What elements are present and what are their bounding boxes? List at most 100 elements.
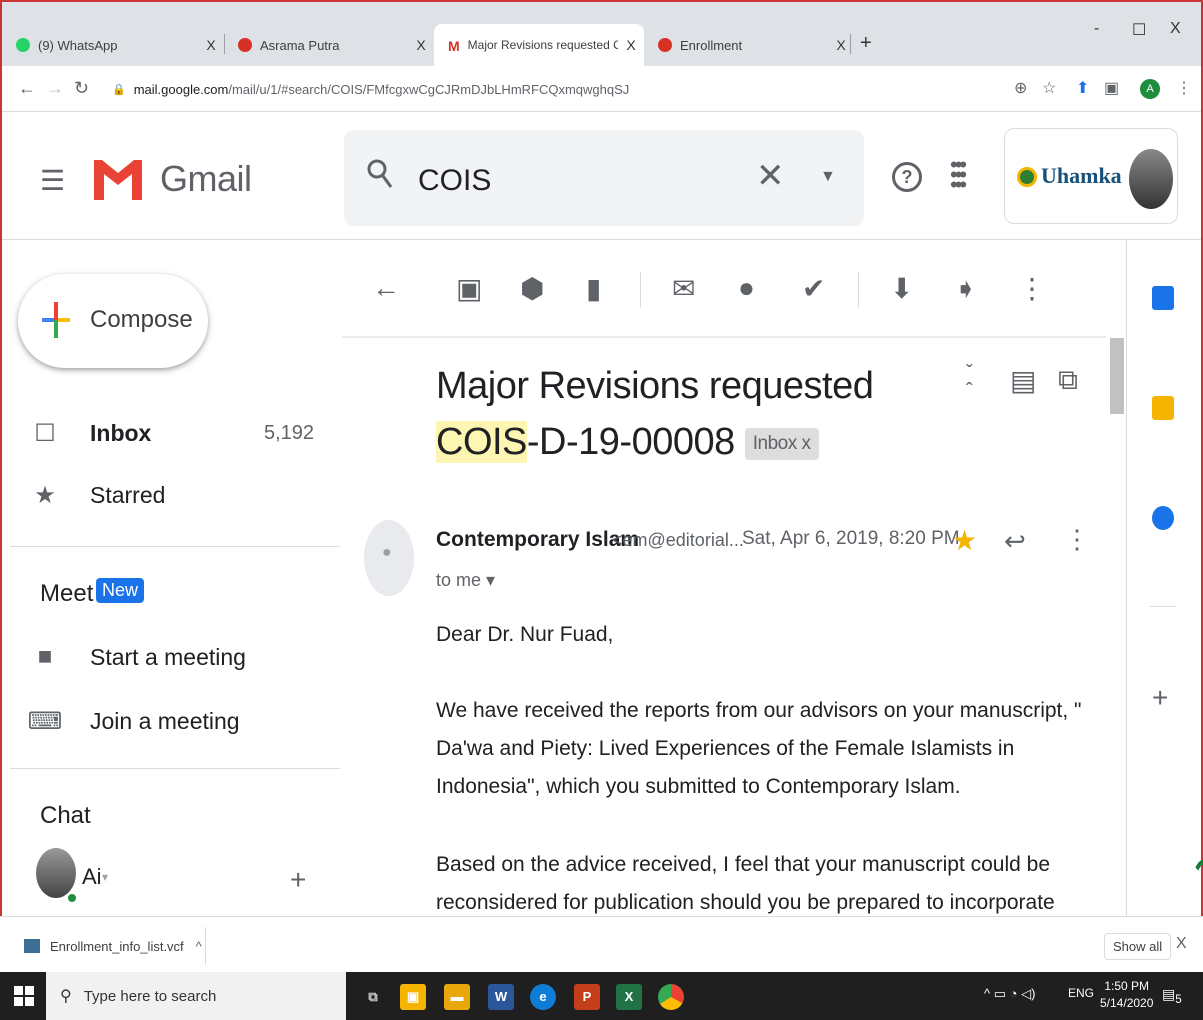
search-icon[interactable]	[366, 158, 394, 197]
chrome-icon[interactable]	[658, 984, 684, 1010]
language-indicator[interactable]: ENG	[1068, 986, 1094, 1000]
extension-icon[interactable]: ▣	[1104, 78, 1119, 98]
search-input[interactable]: COIS	[418, 164, 491, 198]
calendar-icon[interactable]	[1152, 286, 1174, 310]
get-addons-icon[interactable]: +	[1152, 682, 1168, 714]
new-chat-button[interactable]: +	[290, 864, 306, 896]
video-camera-icon: ■	[37, 643, 53, 670]
recipients-dropdown[interactable]: to me ▾	[436, 570, 495, 591]
minimize-button[interactable]: -	[1094, 20, 1099, 38]
add-to-tasks-icon[interactable]: ✔	[802, 272, 825, 305]
new-badge: New	[96, 578, 145, 603]
bookmark-star-icon[interactable]: ☆	[1042, 78, 1056, 98]
taskbar-search[interactable]: ⚲ Type here to search	[46, 972, 346, 1020]
start-meeting-item[interactable]: ■ Start a meeting	[0, 632, 340, 682]
clock-date: 5/14/2020	[1100, 996, 1154, 1010]
maximize-button[interactable]: ☐	[1132, 20, 1146, 40]
profile-avatar-icon[interactable]: A	[1140, 79, 1160, 99]
gmail-brand[interactable]: Gmail	[160, 158, 252, 200]
show-all-button[interactable]: Show all	[1104, 933, 1172, 960]
edge-icon[interactable]: e	[530, 984, 556, 1010]
store-icon[interactable]: ▣	[400, 984, 426, 1010]
tasks-icon[interactable]	[1152, 506, 1174, 530]
snooze-icon[interactable]: ●	[738, 272, 755, 304]
chat-status-dropdown-icon[interactable]: ▾	[102, 870, 108, 884]
reload-icon[interactable]: ↻	[74, 78, 89, 99]
tab-close-icon[interactable]: X	[408, 37, 434, 53]
download-item[interactable]: Enrollment_info_list.vcf ^	[10, 927, 206, 965]
join-meeting-item[interactable]: ⌨ Join a meeting	[0, 696, 340, 746]
chevron-up-icon[interactable]: ^	[196, 939, 202, 954]
tab-whatsapp[interactable]: (9) WhatsApp X	[2, 24, 224, 66]
move-to-icon[interactable]: ⬇	[890, 272, 913, 305]
browser-menu-icon[interactable]: ⋮	[1176, 78, 1192, 98]
label-icon[interactable]: ➧	[954, 272, 977, 305]
tab-close-icon[interactable]: X	[618, 37, 644, 53]
account-avatar[interactable]	[1129, 149, 1173, 209]
sidebar-item-starred[interactable]: ★ Starred	[0, 470, 340, 520]
task-view-icon[interactable]: ⧉	[360, 984, 386, 1010]
word-icon[interactable]: W	[488, 984, 514, 1010]
extension-arrow-icon[interactable]: ⬆	[1076, 78, 1089, 98]
excel-icon[interactable]: X	[616, 984, 642, 1010]
new-tab-button[interactable]: +	[860, 32, 872, 55]
inbox-label-chip[interactable]: Inbox x	[744, 427, 819, 460]
delete-icon[interactable]: ▮	[586, 272, 601, 305]
url-field[interactable]: 🔒 mail.google.com /mail/u/1/#search/COIS…	[102, 74, 1002, 104]
expand-all-icon[interactable]: ˇˆ	[966, 363, 973, 401]
search-options-icon[interactable]: ▼	[820, 168, 836, 186]
reply-icon[interactable]: ↩	[1004, 526, 1026, 557]
sender-email: <em@editorial...	[612, 530, 744, 550]
back-arrow-icon[interactable]: ←	[18, 78, 36, 99]
taskbar-search-placeholder: Type here to search	[83, 987, 217, 1005]
open-new-window-icon[interactable]: ⧉	[1058, 364, 1078, 397]
chat-user-avatar[interactable]	[36, 848, 76, 898]
archive-icon[interactable]: ▣	[456, 272, 482, 305]
report-spam-icon[interactable]: ⬢	[520, 272, 544, 305]
site-favicon-icon	[658, 38, 672, 52]
clear-search-icon[interactable]: ✕	[756, 156, 785, 196]
toolbar-separator	[640, 272, 641, 308]
gmail-logo-icon[interactable]	[92, 152, 144, 202]
apps-grid-icon[interactable]: ••• ••• •••	[950, 154, 967, 196]
tab-enrollment[interactable]: Enrollment X	[644, 24, 854, 66]
compose-plus-icon	[42, 302, 70, 338]
scrollbar-thumb[interactable]	[1110, 338, 1124, 414]
toolbar-divider	[342, 336, 1106, 338]
notifications-icon[interactable]: ▤5	[1162, 986, 1182, 1006]
star-icon: ★	[34, 481, 56, 509]
help-icon[interactable]: ?	[892, 162, 922, 192]
search-bar[interactable]: COIS ✕ ▼	[344, 130, 864, 226]
powerpoint-icon[interactable]: P	[574, 984, 600, 1010]
tab-major-revisions[interactable]: M Major Revisions requested COIS- X	[434, 24, 644, 66]
account-switcher[interactable]: Uhamka	[1004, 128, 1178, 224]
back-to-results-icon[interactable]: ←	[372, 272, 400, 304]
close-downloads-icon[interactable]: X	[1176, 935, 1187, 953]
chat-user-name[interactable]: Ai	[82, 864, 102, 890]
print-icon[interactable]: ▤	[1010, 364, 1036, 397]
keep-icon[interactable]	[1152, 396, 1174, 420]
system-clock[interactable]: 1:50 PM 5/14/2020	[1100, 978, 1153, 1012]
sidebar-item-label: Inbox	[90, 419, 152, 446]
tab-close-icon[interactable]: X	[198, 37, 224, 53]
mark-unread-icon[interactable]: ✉	[672, 272, 695, 305]
sidebar-item-label: Join a meeting	[90, 707, 240, 734]
keyboard-icon: ⌨	[27, 707, 63, 735]
compose-button[interactable]: Compose	[18, 274, 208, 368]
tray-icons[interactable]: ^ ▭ ◔ ◁)	[984, 986, 1035, 1002]
zoom-icon[interactable]: ⊕	[1014, 78, 1027, 98]
main-menu-icon[interactable]: ☰	[40, 164, 65, 197]
sidebar-item-inbox[interactable]: ☐ Inbox 5,192	[0, 408, 340, 458]
windows-start-icon[interactable]	[14, 986, 34, 1006]
more-actions-icon[interactable]: ⋮	[1018, 272, 1046, 305]
lock-icon: 🔒	[112, 83, 126, 96]
clock-time: 1:50 PM	[1104, 979, 1150, 993]
file-explorer-icon[interactable]: ▬	[444, 984, 470, 1010]
sender-name[interactable]: Contemporary Islam	[436, 528, 639, 552]
forward-arrow-icon[interactable]: →	[46, 78, 64, 99]
message-more-icon[interactable]: ⋮	[1064, 524, 1090, 555]
star-icon[interactable]: ★	[952, 524, 977, 557]
tab-asrama-putra[interactable]: Asrama Putra X	[224, 24, 434, 66]
close-window-button[interactable]: X	[1170, 20, 1181, 38]
chat-heading: Chat	[40, 802, 91, 829]
